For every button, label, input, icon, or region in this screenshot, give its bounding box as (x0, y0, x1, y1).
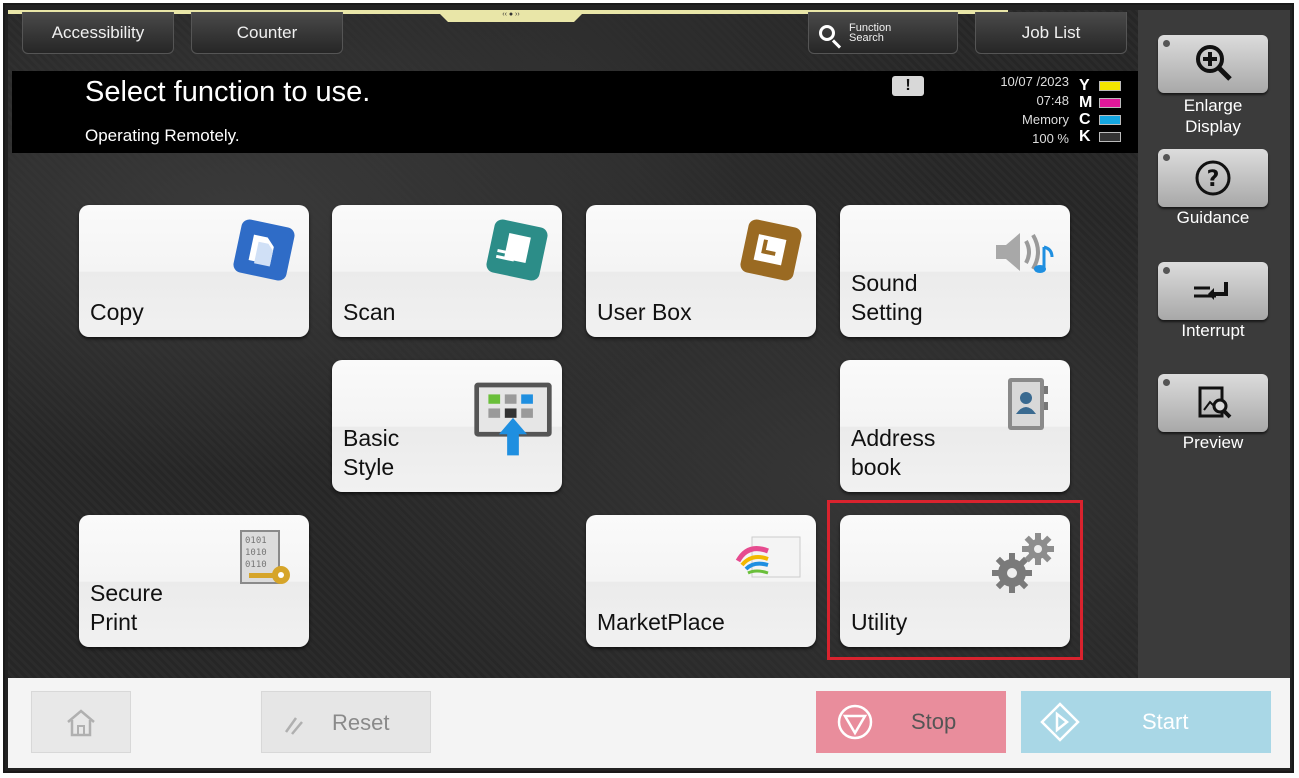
memory-value: 100 % (1032, 131, 1069, 146)
secure-print-icon: 0101 1010 0110 (240, 530, 290, 584)
copy-label: Copy (90, 299, 144, 325)
function-search-button[interactable]: Function Search (808, 12, 958, 54)
sound-setting-tile[interactable]: Sound Setting (840, 205, 1070, 337)
guidance-label: Guidance (1176, 208, 1250, 227)
start-label: Start (1142, 709, 1189, 734)
function-search-label: Function Search (849, 21, 892, 44)
address-book-icon (1008, 378, 1048, 430)
user-box-tile[interactable]: User Box (586, 205, 816, 337)
enlarge-display-button[interactable] (1158, 35, 1268, 93)
interrupt-icon (1194, 282, 1228, 300)
user-box-icon (740, 219, 802, 281)
scan-tile[interactable]: Scan (332, 205, 562, 337)
marketplace-label: MarketPlace (597, 609, 725, 635)
scan-icon (486, 219, 548, 281)
secure-print-label: Secure Print (90, 580, 163, 635)
svg-text:?: ? (1207, 167, 1220, 192)
accessibility-label: Accessibility (51, 23, 145, 42)
svg-text:1010: 1010 (245, 548, 267, 558)
indicator-led (1163, 154, 1170, 161)
interrupt-button[interactable] (1158, 262, 1268, 320)
indicator-led (1163, 40, 1170, 47)
home-icon (67, 709, 95, 737)
preview-icon (1198, 386, 1232, 419)
stop-icon (837, 704, 873, 740)
status-message: Operating Remotely. (85, 126, 240, 145)
marketplace-tile[interactable]: MarketPlace (586, 515, 816, 647)
stop-button[interactable]: Stop (816, 691, 1006, 753)
job-list-label: Job List (1021, 23, 1081, 42)
toner-cyan: C (1079, 111, 1139, 128)
utility-highlight-box (827, 500, 1083, 660)
basic-style-icon (474, 382, 552, 456)
search-icon (819, 24, 835, 41)
toner-magenta: M (1079, 94, 1139, 111)
memory-label: Memory (1022, 112, 1069, 127)
preview-button[interactable] (1158, 374, 1268, 432)
copy-icon (233, 219, 295, 281)
message-header: Select function to use. Operating Remote… (12, 71, 1138, 153)
basic-style-label: Basic Style (343, 425, 400, 480)
panel-collapse-handle[interactable]: ‹‹ ● ›› (436, 10, 586, 22)
stop-label: Stop (911, 709, 957, 734)
scan-label: Scan (343, 299, 396, 325)
counter-button[interactable]: Counter (191, 12, 343, 54)
indicator-led (1163, 267, 1170, 274)
address-book-tile[interactable]: Address book (840, 360, 1070, 492)
toner-black: K (1079, 128, 1139, 145)
user-box-label: User Box (597, 299, 692, 325)
enlarge-display-label: Enlarge Display (1183, 96, 1243, 136)
job-list-button[interactable]: Job List (975, 12, 1127, 54)
svg-text:0110: 0110 (245, 560, 267, 570)
counter-label: Counter (236, 23, 298, 42)
svg-text:0101: 0101 (245, 536, 267, 546)
zoom-in-icon (1196, 45, 1232, 81)
reset-button[interactable]: Reset (261, 691, 431, 753)
toner-levels: Y M C K (1079, 77, 1139, 145)
reset-label: Reset (332, 710, 390, 735)
time-readout: 07:48 (1036, 93, 1069, 108)
reset-icon (284, 717, 303, 735)
sound-setting-label: Sound Setting (851, 270, 923, 325)
preview-label: Preview (1182, 433, 1244, 452)
help-icon: ? (1195, 160, 1231, 196)
device-status: 10/07 /2023 07:48 Memory 100 % (967, 72, 1069, 148)
indicator-led (1163, 379, 1170, 386)
page-title: Select function to use. (85, 76, 371, 108)
accessibility-button[interactable]: Accessibility (22, 12, 174, 54)
address-book-label: Address book (851, 425, 936, 480)
copy-tile[interactable]: Copy (79, 205, 309, 337)
home-button[interactable] (31, 691, 131, 753)
marketplace-icon (735, 536, 801, 578)
warning-icon[interactable]: ! (892, 76, 924, 96)
speaker-icon (996, 233, 1054, 273)
start-button[interactable]: Start (1021, 691, 1271, 753)
toner-yellow: Y (1079, 77, 1139, 94)
guidance-button[interactable]: ? (1158, 149, 1268, 207)
date-readout: 10/07 /2023 (1000, 74, 1069, 89)
secure-print-tile[interactable]: 0101 1010 0110 Secure Print (79, 515, 309, 647)
basic-style-tile[interactable]: Basic Style (332, 360, 562, 492)
start-icon (1040, 702, 1080, 742)
interrupt-label: Interrupt (1181, 321, 1245, 340)
